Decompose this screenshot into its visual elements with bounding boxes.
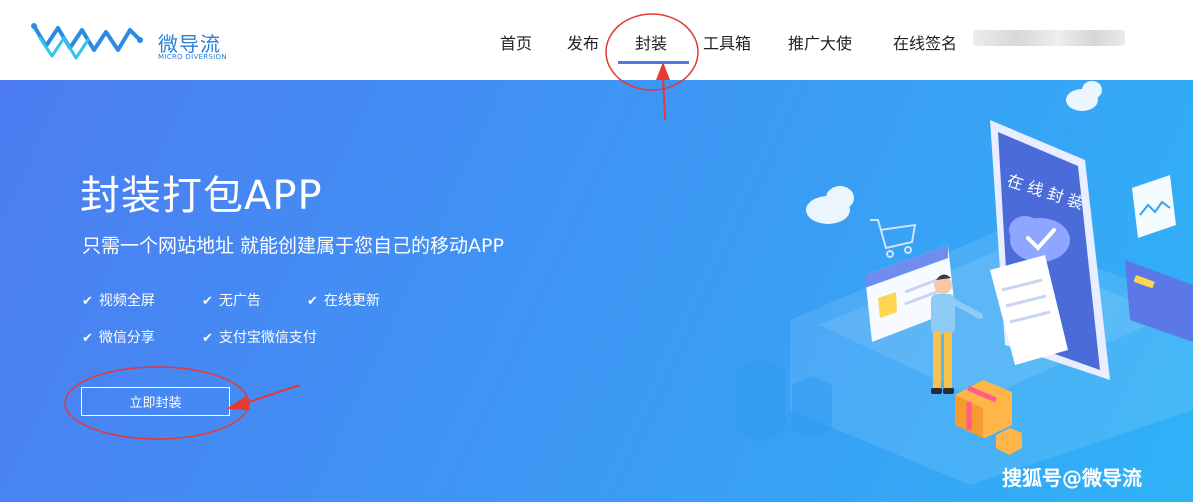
feature-label: 无广告 (218, 293, 261, 309)
logo-mark-icon (31, 23, 143, 60)
feature-item: ✔ 无广告 (202, 290, 261, 310)
package-now-button[interactable]: 立即封装 (81, 387, 230, 416)
feature-label: 支付宝微信支付 (218, 330, 317, 346)
nav-item-promoter[interactable]: 推广大使 (788, 30, 852, 54)
feature-label: 在线更新 (323, 293, 380, 309)
nav-item-toolbox[interactable]: 工具箱 (703, 30, 751, 54)
check-icon: ✔ (202, 294, 213, 309)
brand-logo[interactable]: 微导流 MICRO DIVERSION (30, 18, 230, 64)
feature-item: ✔ 支付宝微信支付 (202, 327, 317, 347)
nav-item-home[interactable]: 首页 (500, 30, 532, 54)
feature-item: ✔ 在线更新 (307, 290, 380, 310)
hero-subtitle: 只需一个网站地址 就能创建属于您自己的移动APP (82, 235, 504, 257)
feature-label: 微信分享 (98, 330, 155, 346)
brand-tagline: MICRO DIVERSION (158, 53, 227, 61)
feature-item: ✔ 视频全屏 (82, 290, 155, 310)
check-icon: ✔ (82, 331, 93, 346)
nav-item-package[interactable]: 封装 (635, 30, 667, 54)
hero-title: 封装打包APP (80, 173, 323, 219)
feature-label: 视频全屏 (98, 293, 155, 309)
blurred-user-info (973, 30, 1125, 46)
watermark-text: 搜狐号@微导流 (1002, 466, 1142, 490)
nav-active-indicator (618, 61, 689, 64)
nav-item-publish[interactable]: 发布 (567, 30, 599, 54)
nav-item-online-sign[interactable]: 在线签名 (893, 30, 957, 54)
feature-item: ✔ 微信分享 (82, 327, 155, 347)
check-icon: ✔ (82, 294, 93, 309)
top-navbar: 微导流 MICRO DIVERSION 首页 发布 封装 工具箱 推广大使 在线… (0, 0, 1193, 80)
check-icon: ✔ (307, 294, 318, 309)
check-icon: ✔ (202, 331, 213, 346)
hero-banner: 封装打包APP 只需一个网站地址 就能创建属于您自己的移动APP ✔ 视频全屏 ✔… (0, 80, 1193, 502)
